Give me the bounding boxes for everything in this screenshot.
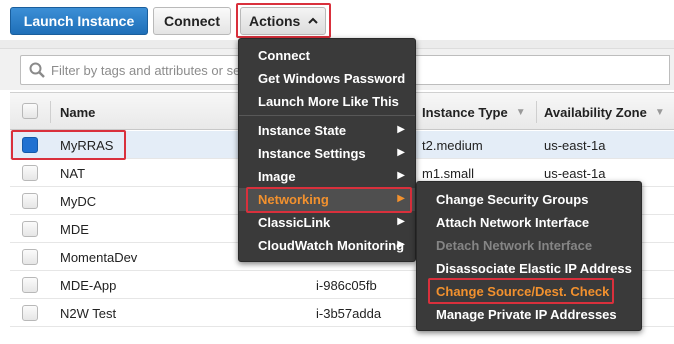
menu-item-classiclink[interactable]: ClassicLink ▶: [239, 211, 415, 234]
actions-button[interactable]: Actions: [240, 7, 326, 35]
actions-label: Actions: [249, 13, 301, 29]
sort-icon[interactable]: ▼: [516, 107, 526, 118]
toolbar: Launch Instance Connect Actions: [0, 0, 674, 40]
sort-icon[interactable]: ▼: [655, 107, 665, 118]
menu-item-change-source-dest-check[interactable]: Change Source/Dest. Check: [417, 280, 641, 303]
cell-instance-type: t2.medium: [422, 137, 483, 153]
row-checkbox[interactable]: [22, 193, 38, 209]
column-header-name[interactable]: Name: [60, 93, 95, 131]
actions-menu: Connect Get Windows Password Launch More…: [238, 38, 416, 262]
chevron-right-icon: ▶: [397, 124, 405, 135]
menu-separator: [239, 115, 415, 116]
menu-item-detach-network-interface: Detach Network Interface: [436, 238, 593, 253]
cell-name: MyRRAS: [60, 137, 114, 153]
networking-submenu: Change Security Groups Attach Network In…: [416, 181, 642, 331]
row-checkbox[interactable]: [22, 277, 38, 293]
menu-item-launch-more-like-this[interactable]: Launch More Like This: [239, 90, 415, 113]
column-divider: [50, 101, 51, 123]
menu-item-networking[interactable]: Networking ▶: [239, 188, 415, 211]
cell-availability-zone: us-east-1a: [544, 137, 606, 153]
chevron-right-icon: ▶: [397, 193, 405, 204]
cell-name: MyDC: [60, 193, 97, 209]
menu-item-instance-settings[interactable]: Instance Settings ▶: [239, 142, 415, 165]
cell-name: MDE: [60, 221, 89, 237]
column-header-availability-zone[interactable]: Availability Zone ▼: [544, 93, 665, 131]
menu-item-instance-state[interactable]: Instance State ▶: [239, 119, 415, 142]
menu-item-image[interactable]: Image ▶: [239, 165, 415, 188]
launch-instance-button[interactable]: Launch Instance: [10, 7, 148, 35]
menu-item-disassociate-elastic-ip[interactable]: Disassociate Elastic IP Address: [417, 257, 641, 280]
menu-item-attach-network-interface[interactable]: Attach Network Interface: [417, 211, 641, 234]
filter-placeholder: Filter by tags and attributes or se: [51, 62, 241, 78]
select-all-checkbox[interactable]: [22, 103, 38, 119]
row-checkbox[interactable]: [22, 221, 38, 237]
chevron-right-icon: ▶: [397, 239, 405, 250]
cell-name: N2W Test: [60, 305, 117, 321]
cell-instance-id: i-3b57adda: [316, 305, 382, 321]
menu-item-get-windows-password[interactable]: Get Windows Password: [239, 67, 415, 90]
chevron-right-icon: ▶: [397, 170, 405, 181]
menu-item-cloudwatch-monitoring[interactable]: CloudWatch Monitoring ▶: [239, 234, 415, 257]
row-checkbox[interactable]: [22, 137, 38, 153]
chevron-right-icon: ▶: [397, 216, 405, 227]
connect-button[interactable]: Connect: [153, 7, 231, 35]
row-checkbox[interactable]: [22, 165, 38, 181]
menu-item-change-security-groups[interactable]: Change Security Groups: [417, 188, 641, 211]
search-icon: [29, 62, 45, 81]
cell-instance-id: i-986c05fb: [316, 277, 377, 293]
chevron-right-icon: ▶: [397, 147, 405, 158]
column-header-instance-type[interactable]: Instance Type ▼: [422, 93, 526, 131]
cell-name: NAT: [60, 165, 86, 181]
cell-name: MDE-App: [60, 277, 117, 293]
chevron-up-icon: [308, 15, 319, 27]
menu-item-manage-private-ip-addresses[interactable]: Manage Private IP Addresses: [417, 303, 641, 326]
row-checkbox[interactable]: [22, 249, 38, 265]
cell-name: MomentaDev: [60, 249, 138, 265]
menu-item-connect[interactable]: Connect: [239, 44, 415, 67]
filter-input-extension[interactable]: [414, 55, 670, 85]
column-divider: [536, 101, 537, 123]
row-checkbox[interactable]: [22, 305, 38, 321]
